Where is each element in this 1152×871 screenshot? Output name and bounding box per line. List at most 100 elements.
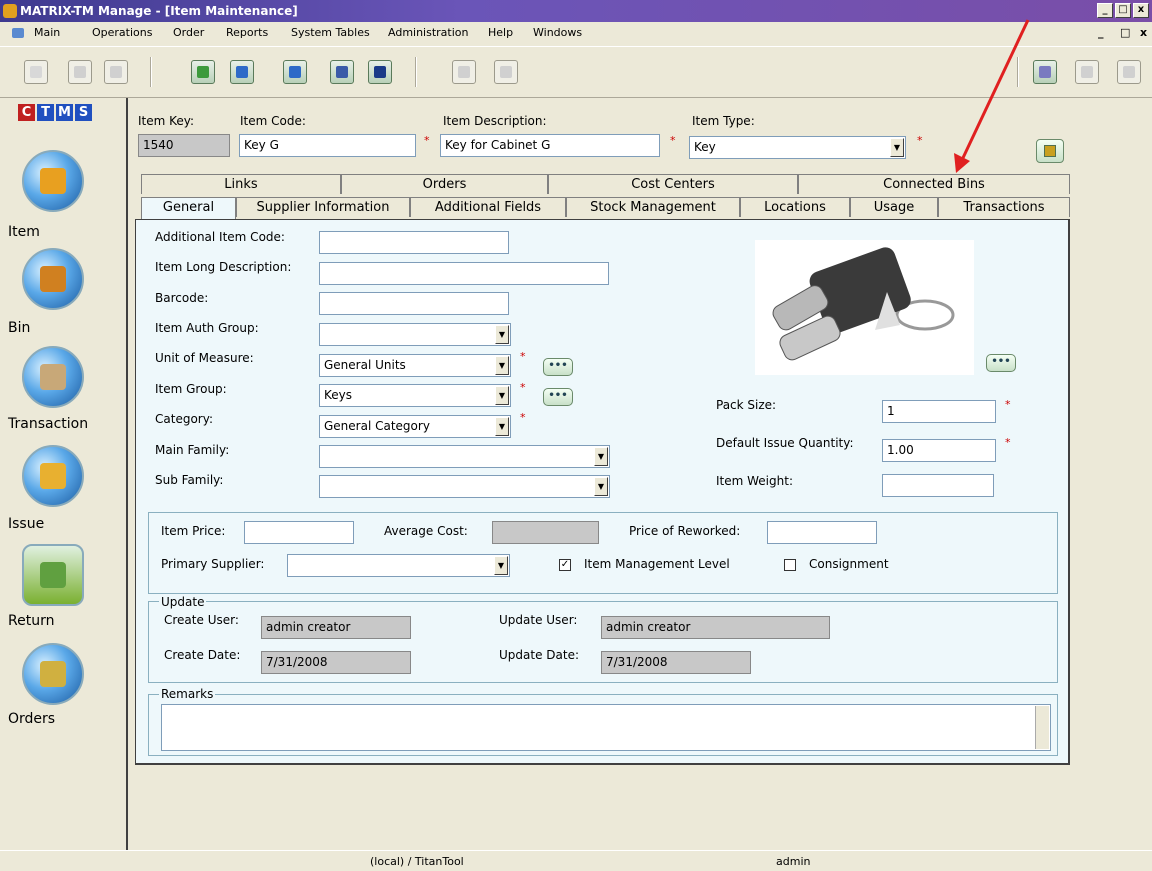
required-marker: * <box>424 134 430 147</box>
chevron-down-icon[interactable]: ▼ <box>594 477 608 496</box>
document-icon <box>30 66 42 78</box>
additional-item-code-field[interactable] <box>319 231 509 254</box>
tab-supplier-information[interactable]: Supplier Information <box>236 197 410 217</box>
transaction-icon[interactable] <box>22 346 84 408</box>
sidebar-item-item[interactable]: Item <box>8 224 40 240</box>
category-value: General Category <box>324 419 430 433</box>
pack-size-label: Pack Size: <box>716 398 777 412</box>
new-doc-button[interactable] <box>24 60 48 84</box>
envelope-icon <box>1081 66 1093 78</box>
tab-transactions[interactable]: Transactions <box>938 197 1070 217</box>
unit-of-measure-select[interactable]: General Units ▼ <box>319 354 511 377</box>
chevron-down-icon[interactable]: ▼ <box>495 356 509 375</box>
update-user-label: Update User: <box>499 613 578 627</box>
menu-reports[interactable]: Reports <box>226 22 268 44</box>
item-group-select[interactable]: Keys ▼ <box>319 384 511 407</box>
next-button[interactable] <box>283 60 307 84</box>
search-button[interactable] <box>494 60 518 84</box>
menu-help[interactable]: Help <box>488 22 513 44</box>
edit-button[interactable] <box>68 60 92 84</box>
refresh-button[interactable] <box>191 60 215 84</box>
unit-of-measure-lookup-button[interactable]: ••• <box>543 358 573 376</box>
return-icon[interactable] <box>22 544 84 606</box>
sidebar-item-transaction[interactable]: Transaction <box>8 416 88 432</box>
image-browse-button[interactable]: ••• <box>986 354 1016 372</box>
menu-system-tables[interactable]: System Tables <box>291 22 370 44</box>
tab-usage[interactable]: Usage <box>850 197 938 217</box>
primary-supplier-select[interactable]: ▼ <box>287 554 510 577</box>
mdi-restore-button[interactable]: □ <box>1120 22 1130 44</box>
menu-administration[interactable]: Administration <box>388 22 469 44</box>
create-user-field: admin creator <box>261 616 411 639</box>
tab-connected-bins[interactable]: Connected Bins <box>798 174 1070 194</box>
menu-operations[interactable]: Operations <box>92 22 152 44</box>
menu-main[interactable]: Main <box>34 22 60 44</box>
copy-icon <box>1044 145 1056 157</box>
item-key-field[interactable]: 1540 <box>138 134 230 157</box>
orders-icon[interactable] <box>22 643 84 705</box>
minimize-button[interactable]: _ <box>1097 3 1113 18</box>
sub-family-label: Sub Family: <box>155 473 224 487</box>
menu-windows[interactable]: Windows <box>533 22 582 44</box>
tab-orders[interactable]: Orders <box>341 174 548 194</box>
mdi-close-button[interactable]: x <box>1140 22 1147 44</box>
barcode-field[interactable] <box>319 292 509 315</box>
item-price-field[interactable] <box>244 521 354 544</box>
tab-links[interactable]: Links <box>141 174 341 194</box>
pack-size-field[interactable]: 1 <box>882 400 996 423</box>
tab-stock-management[interactable]: Stock Management <box>566 197 740 217</box>
remarks-group-label: Remarks <box>159 687 216 701</box>
tab-general[interactable]: General <box>141 197 236 220</box>
default-issue-qty-field[interactable]: 1.00 <box>882 439 996 462</box>
tab-cost-centers[interactable]: Cost Centers <box>548 174 798 194</box>
category-select[interactable]: General Category ▼ <box>319 415 511 438</box>
item-code-field[interactable]: Key G <box>239 134 416 157</box>
item-group-label: Item Group: <box>155 382 227 396</box>
email-button[interactable] <box>1075 60 1099 84</box>
bin-icon[interactable] <box>22 248 84 310</box>
previous-button[interactable] <box>230 60 254 84</box>
chevron-down-icon[interactable]: ▼ <box>494 556 508 575</box>
chevron-down-icon[interactable]: ▼ <box>594 447 608 466</box>
long-description-field[interactable] <box>319 262 609 285</box>
remarks-textarea[interactable] <box>161 704 1051 751</box>
item-description-field[interactable]: Key for Cabinet G <box>440 134 660 157</box>
chevron-down-icon[interactable]: ▼ <box>495 386 509 405</box>
sub-family-select[interactable]: ▼ <box>319 475 610 498</box>
menu-order[interactable]: Order <box>173 22 204 44</box>
item-type-select[interactable]: Key ▼ <box>689 136 906 159</box>
item-icon[interactable] <box>22 150 84 212</box>
refresh-icon <box>197 66 209 78</box>
item-weight-field[interactable] <box>882 474 994 497</box>
close-button[interactable]: x <box>1133 3 1149 18</box>
tab-additional-fields[interactable]: Additional Fields <box>410 197 566 217</box>
sidebar-item-return[interactable]: Return <box>8 613 54 629</box>
remarks-scrollbar[interactable] <box>1035 706 1049 749</box>
chevron-down-icon[interactable]: ▼ <box>495 325 509 344</box>
chevron-down-icon[interactable]: ▼ <box>495 417 509 436</box>
issue-icon[interactable] <box>22 445 84 507</box>
item-group-lookup-button[interactable]: ••• <box>543 388 573 406</box>
print-preview-button[interactable] <box>452 60 476 84</box>
required-marker: * <box>520 381 526 394</box>
sidebar-item-bin[interactable]: Bin <box>8 320 30 336</box>
sidebar-item-issue[interactable]: Issue <box>8 516 44 532</box>
mdi-minimize-button[interactable]: _ <box>1098 22 1104 44</box>
print-button[interactable] <box>1117 60 1141 84</box>
delete-button[interactable] <box>104 60 128 84</box>
copy-item-button[interactable] <box>1036 139 1064 163</box>
item-management-level-checkbox[interactable]: ✓ <box>559 559 571 571</box>
main-family-select[interactable]: ▼ <box>319 445 610 468</box>
save-button[interactable] <box>368 60 392 84</box>
save-all-button[interactable] <box>330 60 354 84</box>
maximize-button[interactable]: □ <box>1115 3 1131 18</box>
consignment-checkbox[interactable] <box>784 559 796 571</box>
sidebar-item-orders[interactable]: Orders <box>8 711 55 727</box>
save-all-icon <box>336 66 348 78</box>
chevron-down-icon[interactable]: ▼ <box>890 138 904 157</box>
tab-locations[interactable]: Locations <box>740 197 850 217</box>
update-date-label: Update Date: <box>499 648 579 662</box>
app-icon <box>3 4 17 18</box>
price-of-reworked-field[interactable] <box>767 521 877 544</box>
auth-group-select[interactable]: ▼ <box>319 323 511 346</box>
